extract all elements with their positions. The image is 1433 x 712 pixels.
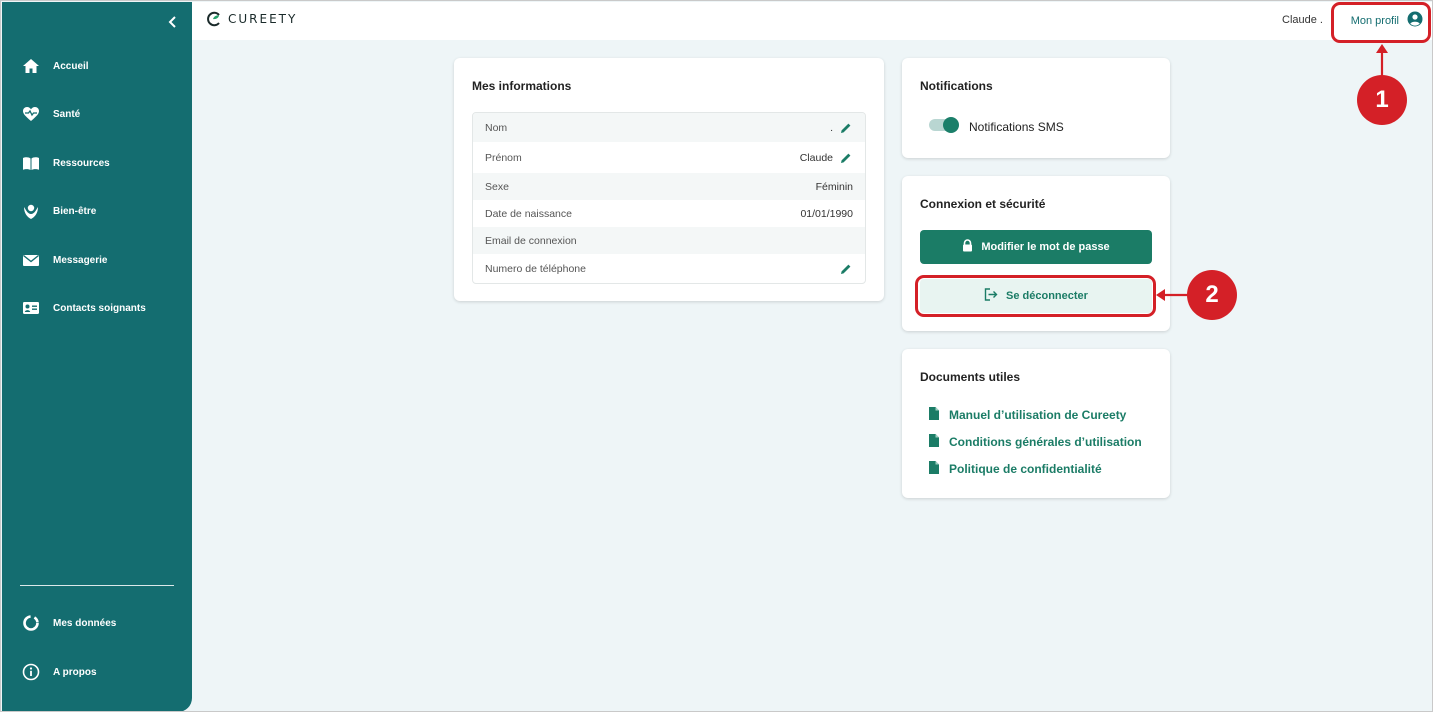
info-label: Numero de téléphone [485, 262, 586, 275]
book-icon [21, 153, 41, 173]
doc-link-label: Conditions générales d’utilisation [949, 435, 1142, 449]
sidebar-item-sante[interactable]: Santé [2, 99, 192, 129]
info-label: Nom [485, 121, 508, 134]
sidebar-item-label: Bien-être [53, 205, 97, 217]
sidebar-item-label: Mes données [53, 617, 117, 629]
info-card: Mes informations Nom . Prénom Claude Sex… [454, 58, 884, 301]
sidebar-item-label: Messagerie [53, 254, 108, 266]
info-value: Féminin [815, 180, 853, 193]
info-label: Email de connexion [485, 234, 577, 247]
sidebar-divider [20, 585, 174, 586]
toggle-knob [943, 117, 959, 133]
info-row-nom: Nom . [473, 113, 865, 142]
cureety-logo[interactable]: CUREETY [206, 11, 297, 27]
doc-link-label: Politique de confidentialité [949, 462, 1102, 476]
pencil-icon[interactable] [839, 151, 853, 165]
annotation-box-logout [915, 275, 1156, 317]
contact-card-icon [21, 298, 41, 318]
info-table: Nom . Prénom Claude Sexe Féminin Date de… [472, 112, 866, 284]
lock-icon [962, 239, 973, 255]
top-bar: CUREETY Claude . Mon profil [192, 2, 1432, 40]
annotation-step-1: 1 [1357, 75, 1407, 125]
sidebar-item-contacts-soignants[interactable]: Contacts soignants [2, 293, 192, 323]
home-icon [21, 56, 41, 76]
donut-chart-icon [21, 613, 41, 633]
wellbeing-hands-icon [21, 201, 41, 221]
notifications-card: Notifications Notifications SMS [902, 58, 1170, 158]
sidebar-item-accueil[interactable]: Accueil [2, 51, 192, 81]
doc-link-label: Manuel d’utilisation de Cureety [949, 408, 1127, 422]
change-password-button[interactable]: Modifier le mot de passe [920, 230, 1152, 264]
document-icon [928, 460, 940, 478]
pencil-icon[interactable] [839, 121, 853, 135]
doc-link-cgu[interactable]: Conditions générales d’utilisation [928, 433, 1142, 451]
logo-text: CUREETY [228, 12, 298, 26]
pencil-icon[interactable] [839, 262, 853, 276]
sidebar: Accueil Santé Ressources Bien-être Messa [2, 2, 192, 711]
sidebar-item-label: Ressources [53, 157, 110, 169]
info-label: Date de naissance [485, 207, 572, 220]
info-icon [21, 662, 41, 682]
document-icon [928, 433, 940, 451]
info-row-email: Email de connexion [473, 227, 865, 254]
heart-pulse-icon [21, 104, 41, 124]
info-value: 01/01/1990 [800, 207, 853, 220]
info-row-sexe: Sexe Féminin [473, 173, 865, 200]
info-label: Sexe [485, 180, 509, 193]
envelope-icon [21, 250, 41, 270]
info-row-telephone: Numero de téléphone [473, 254, 865, 283]
security-card-title: Connexion et sécurité [920, 197, 1046, 211]
info-row-prenom: Prénom Claude [473, 142, 865, 173]
document-icon [928, 406, 940, 424]
sidebar-item-label: Contacts soignants [53, 302, 146, 314]
annotation-arrow-left-icon [1156, 289, 1189, 301]
sidebar-item-a-propos[interactable]: A propos [2, 657, 192, 687]
app-window: Accueil Santé Ressources Bien-être Messa [0, 0, 1433, 712]
info-label: Prénom [485, 151, 522, 164]
sms-notifications-label: Notifications SMS [969, 120, 1064, 134]
sidebar-item-label: Santé [53, 108, 81, 120]
sidebar-item-mes-donnees[interactable]: Mes données [2, 608, 192, 638]
doc-link-manuel[interactable]: Manuel d’utilisation de Cureety [928, 406, 1126, 424]
sidebar-item-label: Accueil [53, 60, 89, 72]
documents-card: Documents utiles Manuel d’utilisation de… [902, 349, 1170, 498]
sidebar-item-messagerie[interactable]: Messagerie [2, 245, 192, 275]
annotation-box-profile [1331, 2, 1431, 43]
annotation-step-2: 2 [1187, 270, 1237, 320]
info-card-title: Mes informations [472, 79, 572, 93]
sidebar-item-bien-etre[interactable]: Bien-être [2, 196, 192, 226]
user-name: Claude . [1282, 14, 1323, 26]
info-value: . [830, 121, 833, 134]
annotation-arrow-up-icon [1376, 44, 1388, 79]
sms-notifications-toggle[interactable] [929, 117, 959, 133]
sidebar-item-ressources[interactable]: Ressources [2, 148, 192, 178]
info-value: Claude [799, 151, 833, 164]
chevron-left-icon[interactable] [165, 14, 181, 30]
change-password-label: Modifier le mot de passe [981, 241, 1110, 253]
sidebar-item-label: A propos [53, 666, 97, 678]
doc-link-confidentialite[interactable]: Politique de confidentialité [928, 460, 1102, 478]
documents-card-title: Documents utiles [920, 370, 1021, 384]
logo-mark-icon [207, 11, 220, 27]
notifications-card-title: Notifications [920, 79, 993, 93]
info-row-date-naissance: Date de naissance 01/01/1990 [473, 200, 865, 227]
